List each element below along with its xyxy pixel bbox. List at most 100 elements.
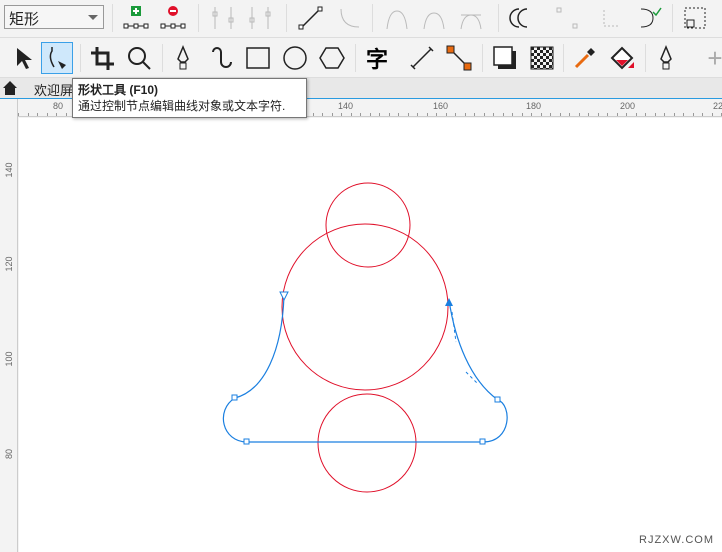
selected-curve[interactable]	[222, 295, 508, 443]
shape-tool[interactable]	[41, 42, 73, 74]
ellipse-tool[interactable]	[280, 43, 310, 73]
text-icon: 字	[365, 47, 388, 72]
curve-stroke-icon	[212, 47, 232, 68]
divider	[198, 4, 199, 32]
node[interactable]	[494, 396, 501, 403]
toolbox: 字 +	[0, 38, 722, 78]
node[interactable]	[243, 438, 250, 445]
symmetric-node-button[interactable]	[456, 3, 486, 33]
pick-tool[interactable]	[8, 43, 38, 73]
eyedropper-tool[interactable]	[570, 43, 600, 73]
ruler-tick	[702, 113, 703, 116]
add-tool-button[interactable]: +	[700, 43, 722, 73]
chevron-down-icon	[88, 15, 98, 20]
ruler-tick	[445, 113, 447, 116]
ruler-tick	[626, 113, 627, 116]
extend-curve-icon	[556, 7, 578, 29]
ruler-tick	[673, 113, 675, 116]
ruler-tick	[360, 113, 361, 116]
ruler-label: 220	[713, 101, 722, 111]
select-all-nodes-button[interactable]	[680, 3, 710, 33]
break-curve-button[interactable]	[245, 3, 275, 33]
polygon-tool[interactable]	[317, 43, 347, 73]
crop-tool[interactable]	[87, 43, 117, 73]
rectangle-tool[interactable]	[243, 43, 273, 73]
crop-icon	[91, 47, 114, 70]
ruler-tick	[56, 113, 57, 116]
drop-shadow-tool[interactable]	[490, 43, 520, 73]
to-curve-button[interactable]	[334, 3, 364, 33]
bottom-circle[interactable]	[317, 393, 417, 493]
reverse-direction-button[interactable]	[506, 3, 536, 33]
node[interactable]	[231, 394, 238, 401]
top-circle[interactable]	[325, 182, 411, 268]
freehand-tool[interactable]	[168, 43, 198, 73]
extract-subpath-icon	[603, 10, 620, 27]
ruler-tick	[521, 113, 523, 116]
fill-bucket-icon	[610, 46, 634, 70]
pen-nib-icon	[660, 45, 672, 70]
ruler-tick	[398, 113, 399, 116]
symmetric-node-icon	[460, 14, 482, 30]
close-curve-button[interactable]	[634, 3, 664, 33]
ruler-tick	[474, 113, 475, 116]
ruler-tick	[341, 113, 342, 116]
pointer-icon	[17, 48, 32, 69]
ruler-tick	[37, 113, 38, 116]
ruler-tick	[531, 113, 532, 116]
ruler-tick	[46, 113, 48, 116]
zoom-tool[interactable]	[124, 43, 154, 73]
select-all-nodes-icon	[684, 7, 706, 29]
divider	[112, 4, 113, 32]
ruler-label: 100	[4, 351, 14, 367]
tooltip-title: 形状工具 (F10)	[78, 83, 159, 97]
cusp-node-button[interactable]	[382, 3, 412, 33]
ruler-tick	[616, 113, 618, 116]
ruler-tick	[502, 113, 504, 116]
ruler-tick	[607, 113, 608, 116]
connector-icon	[446, 45, 472, 71]
add-node-button[interactable]	[121, 3, 151, 33]
transparency-tool[interactable]	[527, 43, 557, 73]
ruler-tick	[578, 113, 580, 116]
drawing-canvas[interactable]: RJZXW.COM	[19, 118, 722, 552]
node[interactable]	[479, 438, 486, 445]
join-nodes-button[interactable]	[208, 3, 238, 33]
vertical-ruler[interactable]: 140 120 100 80	[0, 99, 18, 552]
home-icon[interactable]	[2, 80, 18, 101]
smooth-node-button[interactable]	[419, 3, 449, 33]
extract-subpath-button[interactable]	[597, 3, 627, 33]
start-node[interactable]	[279, 291, 289, 302]
ruler-tick	[569, 113, 570, 116]
cusp-node-icon	[386, 10, 408, 30]
interactive-fill-tool[interactable]	[607, 43, 637, 73]
ruler-tick	[426, 113, 428, 116]
smooth-node-icon	[423, 12, 445, 30]
ruler-tick	[18, 113, 19, 116]
to-line-button[interactable]	[296, 3, 326, 33]
hexagon-icon	[319, 47, 345, 69]
shape-tool-icon	[49, 47, 66, 69]
ruler-label: 140	[338, 101, 354, 111]
divider	[372, 4, 373, 32]
object-type-dropdown[interactable]: 矩形	[4, 5, 104, 29]
ruler-tick	[559, 113, 561, 116]
ruler-tick	[654, 113, 656, 116]
middle-circle[interactable]	[281, 223, 449, 391]
ellipse-icon	[283, 46, 307, 70]
ruler-tick	[331, 113, 333, 116]
ruler-tick	[550, 113, 551, 116]
artistic-media-tool[interactable]	[205, 43, 235, 73]
end-node[interactable]	[445, 298, 453, 306]
connector-tool[interactable]	[444, 43, 474, 73]
outline-pen-tool[interactable]	[651, 43, 681, 73]
ruler-tick	[683, 113, 684, 116]
join-nodes-icon	[212, 7, 234, 29]
extend-curve-button[interactable]	[552, 3, 582, 33]
text-tool[interactable]: 字	[362, 43, 392, 73]
tooltip: 形状工具 (F10) 通过控制节点编辑曲线对象或文本字符.	[72, 78, 307, 118]
dimension-tool[interactable]	[407, 43, 437, 73]
ruler-tick	[588, 113, 589, 116]
divider	[162, 44, 163, 72]
delete-node-button[interactable]	[158, 3, 188, 33]
